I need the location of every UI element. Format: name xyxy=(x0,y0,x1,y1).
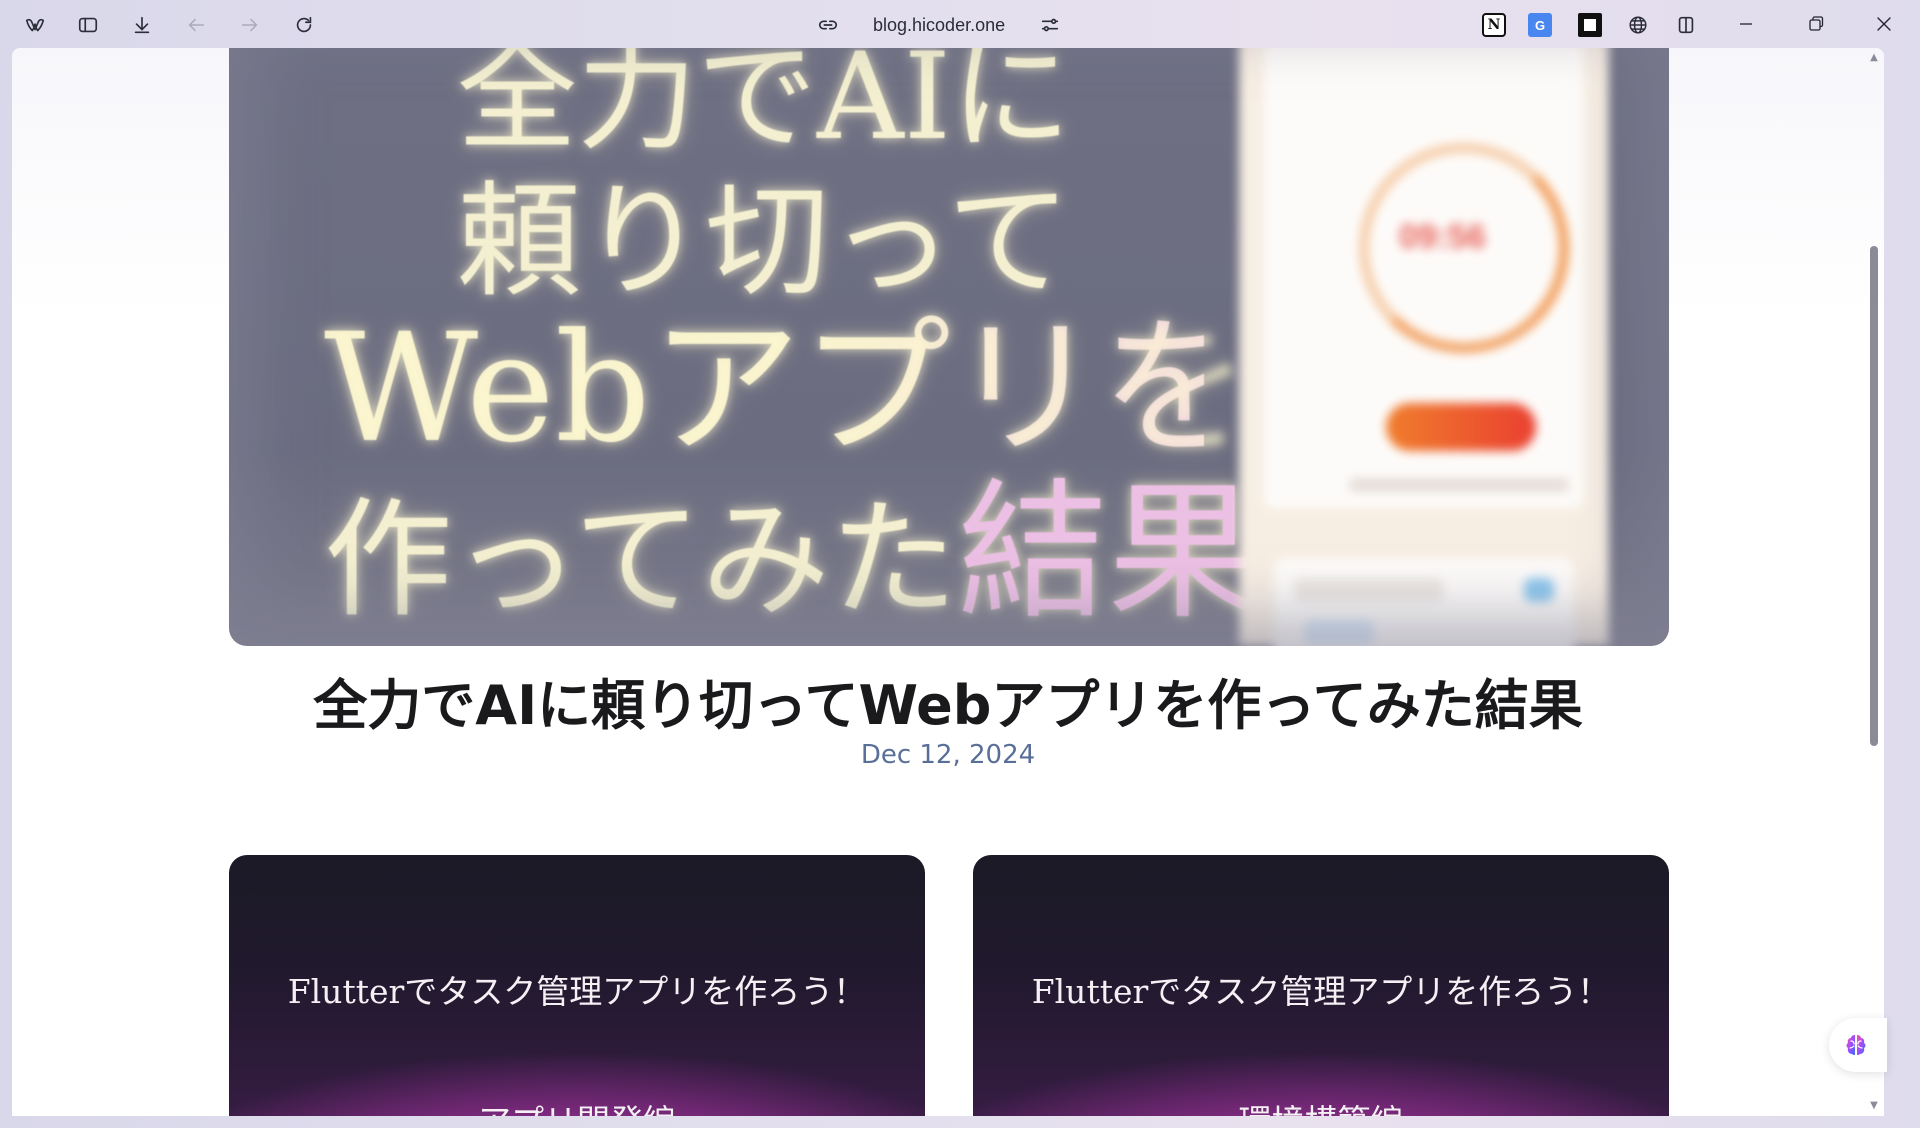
mockup-start-button xyxy=(1386,403,1536,451)
hero-headline-image: 全力でAIに 頼り切って Webアプリを 作ってみた結果 xyxy=(324,48,1258,628)
page-viewport: 全力でAIに 頼り切って Webアプリを 作ってみた結果 09:56 全力でAI… xyxy=(12,48,1884,1116)
translate-extension-icon[interactable]: G xyxy=(1528,13,1552,37)
address-bar-url[interactable]: blog.hicoder.one xyxy=(873,12,1005,38)
article-date: Dec 12, 2024 xyxy=(860,740,1036,770)
hero-line-3: Webアプリを xyxy=(324,302,1251,476)
brain-icon xyxy=(1846,1035,1866,1055)
download-icon[interactable] xyxy=(128,11,156,39)
notion-extension-icon[interactable]: N xyxy=(1482,13,1506,37)
site-settings-icon[interactable] xyxy=(1036,11,1064,39)
globe-icon[interactable] xyxy=(1624,11,1652,39)
scrollbar-thumb[interactable] xyxy=(1870,246,1878,746)
reload-icon[interactable] xyxy=(290,11,318,39)
square-extension-icon[interactable] xyxy=(1578,13,1602,37)
hero-line-4: 作ってみた結果 xyxy=(324,478,1258,628)
mockup-filter-pill xyxy=(1304,620,1374,644)
forward-arrow-icon[interactable] xyxy=(236,11,264,39)
mockup-add-button xyxy=(1524,578,1554,602)
minimize-icon[interactable] xyxy=(1730,10,1762,38)
scroll-up-arrow-icon[interactable]: ▲ xyxy=(1868,52,1880,64)
restore-icon[interactable] xyxy=(1800,10,1832,38)
back-arrow-icon[interactable] xyxy=(182,11,210,39)
card-1-title: Flutterでタスク管理アプリを作ろう！ xyxy=(287,972,867,1011)
split-view-icon[interactable] xyxy=(1672,11,1700,39)
browser-toolbar: blog.hicoder.one N G xyxy=(0,0,1920,48)
hero-line-1: 全力でAIに xyxy=(456,48,1072,167)
sidebar-toggle-icon[interactable] xyxy=(74,11,102,39)
card-2-title: Flutterでタスク管理アプリを作ろう！ xyxy=(1031,972,1611,1011)
page-scrollbar[interactable]: ▲ ▼ xyxy=(1864,48,1884,1116)
hero-line-4b: 結果 xyxy=(957,466,1258,640)
related-post-card-1[interactable]: Flutterでタスク管理アプリを作ろう！ ~アプリ開発編~ xyxy=(229,855,925,1116)
mockup-legend-row xyxy=(1349,478,1569,492)
hero-line-2: 頼り切って xyxy=(457,170,1071,314)
card-2-subtitle: ~環境構築編~ xyxy=(973,1095,1669,1116)
link-icon[interactable] xyxy=(814,11,842,39)
article-title[interactable]: 全力でAIに頼り切ってWebアプリを作ってみた結果 xyxy=(12,661,1884,740)
mockup-task-card xyxy=(1274,558,1574,646)
close-icon[interactable] xyxy=(1868,10,1900,38)
mockup-timer-time: 09:56 xyxy=(1399,218,1486,256)
hero-line-4a: 作ってみた xyxy=(324,486,958,635)
ai-assistant-button[interactable] xyxy=(1829,1018,1887,1072)
hero-thumbnail[interactable]: 全力でAIに 頼り切って Webアプリを 作ってみた結果 09:56 xyxy=(229,48,1669,646)
card-1-subtitle: ~アプリ開発編~ xyxy=(229,1095,925,1116)
scroll-down-arrow-icon[interactable]: ▼ xyxy=(1868,1100,1880,1112)
app-mockup-screenshot: 09:56 xyxy=(1239,48,1609,646)
mockup-task-input xyxy=(1294,578,1444,602)
browser-logo-icon[interactable] xyxy=(21,11,49,39)
mockup-timer-card: 09:56 xyxy=(1264,48,1584,508)
related-post-card-2[interactable]: Flutterでタスク管理アプリを作ろう！ ~環境構築編~ xyxy=(973,855,1669,1116)
